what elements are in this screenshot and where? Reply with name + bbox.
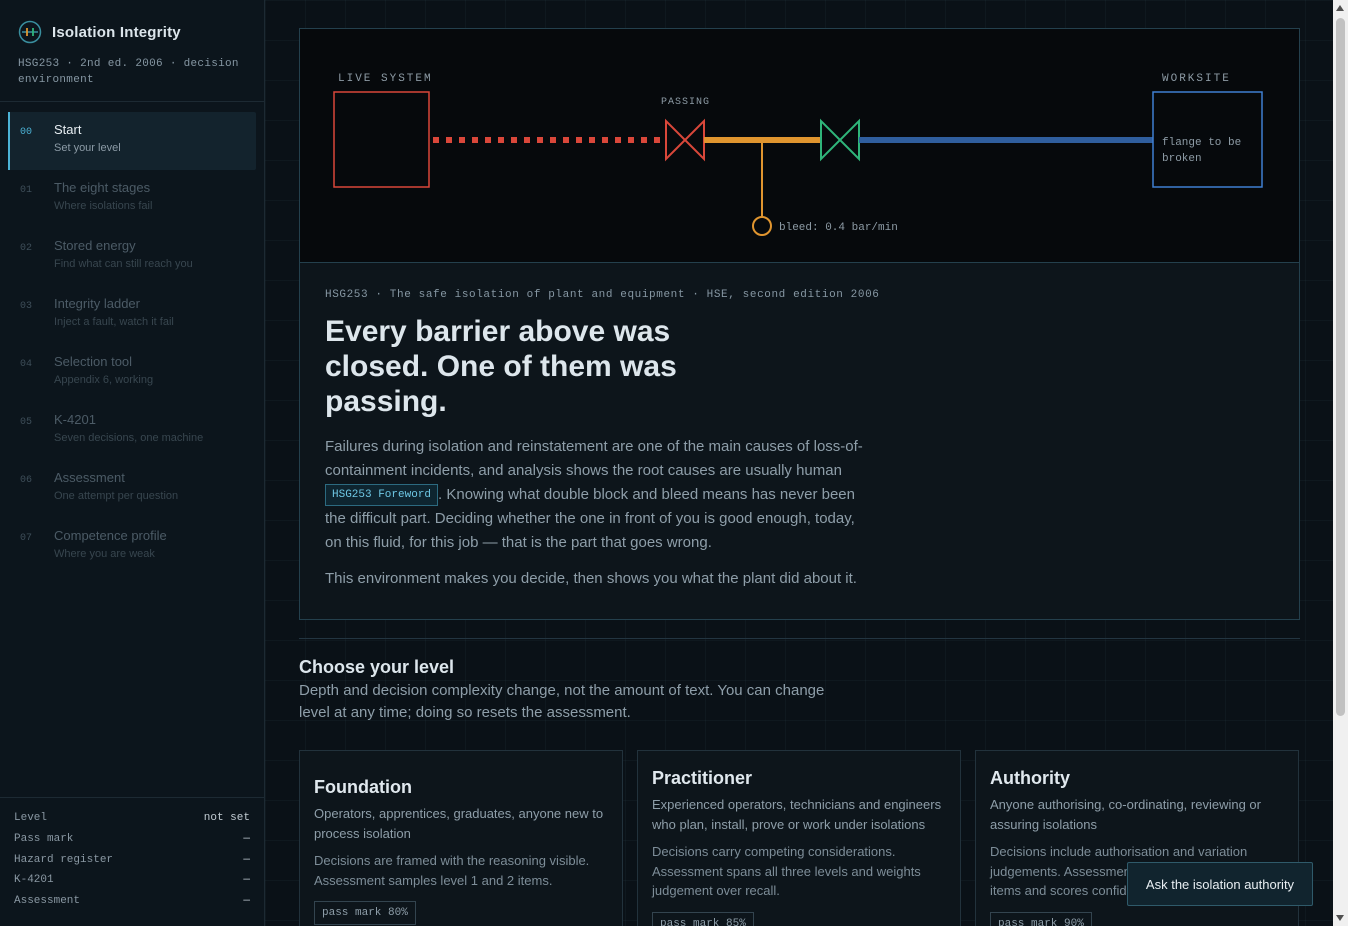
status-value: not set [203, 812, 250, 824]
intro-paragraph: Failures during isolation and reinstatem… [325, 435, 865, 555]
status-value: — [243, 895, 250, 908]
nav-subtitle: Find what can still reach you [54, 258, 193, 270]
status-row-k4201: K-4201 — [14, 874, 250, 895]
nav-subtitle: One attempt per question [54, 490, 179, 502]
level-card-foundation[interactable]: Foundation Operators, apprentices, gradu… [299, 750, 623, 926]
brand: Isolation Integrity HSG253 · 2nd ed. 200… [0, 0, 264, 102]
isolation-schematic: LIVE SYSTEM PASSING bleed: 0.4 bar/min W… [333, 73, 1263, 236]
reference-line: HSG253 · The safe isolation of plant and… [325, 289, 880, 301]
nav-title: Stored energy [54, 238, 136, 253]
card-detail: Decisions carry competing considerations… [652, 844, 921, 898]
flange-label-line2: broken [1162, 153, 1202, 165]
nav-title: Start [54, 122, 82, 137]
live-system-label: LIVE SYSTEM [338, 73, 433, 85]
status-label: K-4201 [14, 874, 54, 887]
main-content: LIVE SYSTEM PASSING bleed: 0.4 bar/min W… [265, 0, 1333, 926]
nav-number: 05 [20, 417, 33, 428]
bleed-point-icon[interactable] [752, 216, 772, 236]
nav-subtitle: Appendix 6, working [54, 374, 154, 386]
section-divider [299, 638, 1300, 639]
app-subtitle: HSG253 · 2nd ed. 2006 · decision environ… [18, 58, 239, 86]
card-title: Authority [990, 768, 1070, 788]
scroll-thumb[interactable] [1336, 18, 1345, 716]
scroll-up-icon[interactable] [1336, 5, 1344, 11]
status-row-level: Level not set [14, 812, 250, 833]
status-value: — [243, 874, 250, 887]
nav-number: 01 [20, 185, 33, 196]
status-label: Hazard register [14, 853, 114, 866]
nav-item-competence-profile[interactable]: 07 Competence profile Where you are weak [8, 518, 256, 576]
live-system-box [333, 91, 430, 188]
sidebar: Isolation Integrity HSG253 · 2nd ed. 200… [0, 0, 265, 926]
nav-item-integrity-ladder[interactable]: 03 Integrity ladder Inject a fault, watch… [8, 286, 256, 344]
nav-subtitle: Seven decisions, one machine [54, 432, 204, 444]
app-title: Isolation Integrity [52, 23, 181, 41]
card-audience: Operators, apprentices, graduates, anyon… [314, 806, 604, 841]
nav-subtitle: Inject a fault, watch it fail [54, 316, 174, 328]
nav-subtitle: Where you are weak [54, 548, 155, 560]
citation-badge[interactable]: HSG253 Foreword [325, 484, 439, 507]
status-panel: Level not set Pass mark — Hazard register —… [0, 797, 264, 926]
nav-number: 06 [20, 475, 33, 486]
nav-number: 07 [20, 533, 33, 544]
passing-label: PASSING [661, 97, 710, 108]
nav-number: 00 [20, 127, 33, 138]
ask-authority-button[interactable]: Ask the isolation authority [1127, 862, 1313, 906]
hero-panel: LIVE SYSTEM PASSING bleed: 0.4 bar/min W… [299, 28, 1300, 620]
isolation-logo-icon [18, 20, 42, 44]
pass-mark-badge: pass mark 80% [314, 901, 416, 925]
pass-mark-badge: pass mark 85% [652, 911, 754, 926]
nav-number: 02 [20, 243, 33, 254]
nav-number: 04 [20, 359, 33, 370]
nav-item-selection-tool[interactable]: 04 Selection tool Appendix 6, working [8, 344, 256, 402]
status-row-pass-mark: Pass mark — [14, 833, 250, 854]
status-value: — [243, 832, 250, 845]
status-row-assessment: Assessment — [14, 895, 250, 916]
status-label: Pass mark [14, 832, 74, 845]
nav-item-stored-energy[interactable]: 02 Stored energy Find what can still reac… [8, 228, 256, 286]
nav-title: K-4201 [54, 412, 96, 427]
nav-title: The eight stages [54, 180, 151, 195]
nav-item-assessment[interactable]: 06 Assessment One attempt per question [8, 460, 256, 518]
nav-title: Integrity ladder [54, 296, 140, 311]
nav-subtitle: Set your level [54, 142, 121, 154]
flange-label-line1: flange to be [1162, 137, 1241, 149]
level-card-practitioner[interactable]: Practitioner Experienced operators, tech… [637, 750, 961, 926]
level-description: Depth and decision complexity change, no… [299, 682, 825, 721]
status-label: Level [14, 812, 48, 824]
bleed-rate-label: bleed: 0.4 bar/min [779, 222, 898, 234]
nav-list: 00 Start Set your level 01 The eight stag… [0, 102, 264, 576]
card-audience: Anyone authorising, co-ordinating, revie… [990, 797, 1261, 832]
card-title: Practitioner [652, 768, 753, 788]
status-row-hazard-register: Hazard register — [14, 854, 250, 875]
worksite-label: WORKSITE [1162, 73, 1231, 85]
nav-item-start[interactable]: 00 Start Set your level [8, 112, 256, 170]
status-value: — [243, 853, 250, 866]
intro-paragraph-2: This environment makes you decide, then … [325, 570, 857, 587]
nav-title: Assessment [54, 470, 125, 485]
pass-mark-badge: pass mark 90% [990, 911, 1092, 926]
hero-body: HSG253 · The safe isolation of plant and… [300, 263, 1299, 617]
passing-valve-icon[interactable] [665, 118, 705, 162]
level-heading: Choose your level [299, 657, 455, 677]
nav-item-eight-stages[interactable]: 01 The eight stages Where isolations fail [8, 170, 256, 228]
intro-text-a: Failures during isolation and reinstatem… [325, 438, 863, 479]
nav-item-k4201[interactable]: 05 K-4201 Seven decisions, one machine [8, 402, 256, 460]
nav-subtitle: Where isolations fail [54, 200, 153, 212]
nav-title: Selection tool [54, 354, 133, 369]
nav-title: Competence profile [54, 528, 167, 543]
isolation-diagram: LIVE SYSTEM PASSING bleed: 0.4 bar/min W… [300, 29, 1299, 263]
card-detail: Decisions are framed with the reasoning … [314, 853, 590, 888]
nav-number: 03 [20, 301, 33, 312]
card-title: Foundation [314, 777, 412, 797]
scroll-down-icon[interactable] [1336, 915, 1344, 921]
vertical-scrollbar[interactable] [1333, 0, 1348, 926]
card-audience: Experienced operators, technicians and e… [652, 797, 942, 832]
page-title: Every barrier above was closed. One of t… [325, 315, 677, 418]
status-label: Assessment [14, 895, 81, 908]
closed-valve-icon[interactable] [820, 118, 860, 162]
